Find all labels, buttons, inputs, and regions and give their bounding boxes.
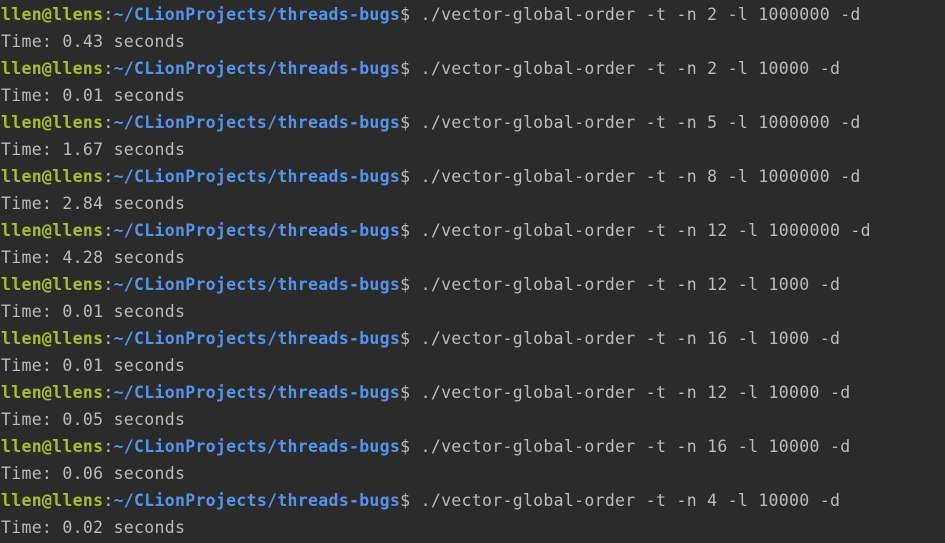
prompt-user-host: llen@llens [1, 113, 104, 132]
command-text[interactable]: ./vector-global-order -t -n 8 -l 1000000… [421, 167, 861, 186]
prompt-symbol: $ [400, 275, 411, 294]
prompt-symbol: $ [400, 5, 411, 24]
prompt-symbol: $ [400, 491, 411, 510]
prompt-separator: : [103, 383, 114, 402]
prompt-line: llen@llens:~/CLionProjects/threads-bugs$… [0, 1, 945, 28]
prompt-separator: : [103, 5, 114, 24]
prompt-path: ~/CLionProjects/threads-bugs [113, 329, 401, 348]
prompt-line: llen@llens:~/CLionProjects/threads-bugs$… [0, 271, 945, 298]
command-text[interactable]: ./vector-global-order -t -n 12 -l 10000 … [421, 383, 851, 402]
prompt-path: ~/CLionProjects/threads-bugs [113, 383, 401, 402]
prompt-path: ~/CLionProjects/threads-bugs [113, 59, 401, 78]
prompt-user-host: llen@llens [1, 491, 104, 510]
prompt-path: ~/CLionProjects/threads-bugs [113, 5, 401, 24]
command-text[interactable]: ./vector-global-order -t -n 16 -l 1000 -… [421, 329, 841, 348]
prompt-user-host: llen@llens [1, 5, 104, 24]
prompt-separator: : [103, 275, 114, 294]
command-output: Time: 0.05 seconds [1, 410, 186, 429]
command-output: Time: 4.28 seconds [1, 248, 186, 267]
command-text[interactable]: ./vector-global-order -t -n 12 -l 1000 -… [421, 275, 841, 294]
prompt-line: llen@llens:~/CLionProjects/threads-bugs$… [0, 487, 945, 514]
prompt-user-host: llen@llens [1, 329, 104, 348]
command-output: Time: 1.67 seconds [1, 140, 186, 159]
prompt-path: ~/CLionProjects/threads-bugs [113, 167, 401, 186]
prompt-user-host: llen@llens [1, 437, 104, 456]
prompt-user-host: llen@llens [1, 275, 104, 294]
prompt-line: llen@llens:~/CLionProjects/threads-bugs$… [0, 379, 945, 406]
prompt-separator: : [103, 59, 114, 78]
command-text[interactable]: ./vector-global-order -t -n 16 -l 10000 … [421, 437, 851, 456]
prompt-user-host: llen@llens [1, 167, 104, 186]
command-text[interactable]: ./vector-global-order -t -n 4 -l 10000 -… [421, 491, 841, 510]
prompt-line: llen@llens:~/CLionProjects/threads-bugs$… [0, 433, 945, 460]
prompt-path: ~/CLionProjects/threads-bugs [113, 113, 401, 132]
command-output: Time: 0.43 seconds [1, 32, 186, 51]
terminal-window[interactable]: llen@llens:~/CLionProjects/threads-bugs$… [0, 0, 945, 543]
command-output: Time: 0.01 seconds [1, 302, 186, 321]
prompt-line: llen@llens:~/CLionProjects/threads-bugs$… [0, 325, 945, 352]
prompt-path: ~/CLionProjects/threads-bugs [113, 221, 401, 240]
prompt-path: ~/CLionProjects/threads-bugs [113, 491, 401, 510]
prompt-path: ~/CLionProjects/threads-bugs [113, 275, 401, 294]
prompt-symbol: $ [400, 437, 411, 456]
prompt-user-host: llen@llens [1, 59, 104, 78]
prompt-symbol: $ [400, 329, 411, 348]
prompt-symbol: $ [400, 383, 411, 402]
prompt-separator: : [103, 329, 114, 348]
prompt-separator: : [103, 437, 114, 456]
command-output: Time: 0.02 seconds [1, 518, 186, 537]
prompt-path: ~/CLionProjects/threads-bugs [113, 437, 401, 456]
prompt-separator: : [103, 113, 114, 132]
prompt-symbol: $ [400, 221, 411, 240]
prompt-symbol: $ [400, 113, 411, 132]
prompt-user-host: llen@llens [1, 221, 104, 240]
command-text[interactable]: ./vector-global-order -t -n 12 -l 100000… [421, 221, 871, 240]
command-text[interactable]: ./vector-global-order -t -n 2 -l 10000 -… [421, 59, 841, 78]
command-text[interactable]: ./vector-global-order -t -n 5 -l 1000000… [421, 113, 861, 132]
prompt-user-host: llen@llens [1, 383, 104, 402]
prompt-line: llen@llens:~/CLionProjects/threads-bugs$… [0, 109, 945, 136]
command-output: Time: 0.01 seconds [1, 356, 186, 375]
command-text[interactable]: ./vector-global-order -t -n 2 -l 1000000… [421, 5, 861, 24]
prompt-symbol: $ [400, 59, 411, 78]
prompt-line: llen@llens:~/CLionProjects/threads-bugs$… [0, 163, 945, 190]
prompt-separator: : [103, 491, 114, 510]
prompt-separator: : [103, 221, 114, 240]
command-output: Time: 0.06 seconds [1, 464, 186, 483]
prompt-line: llen@llens:~/CLionProjects/threads-bugs$… [0, 55, 945, 82]
command-output: Time: 2.84 seconds [1, 194, 186, 213]
prompt-separator: : [103, 167, 114, 186]
prompt-symbol: $ [400, 167, 411, 186]
prompt-line: llen@llens:~/CLionProjects/threads-bugs$… [0, 217, 945, 244]
command-output: Time: 0.01 seconds [1, 86, 186, 105]
